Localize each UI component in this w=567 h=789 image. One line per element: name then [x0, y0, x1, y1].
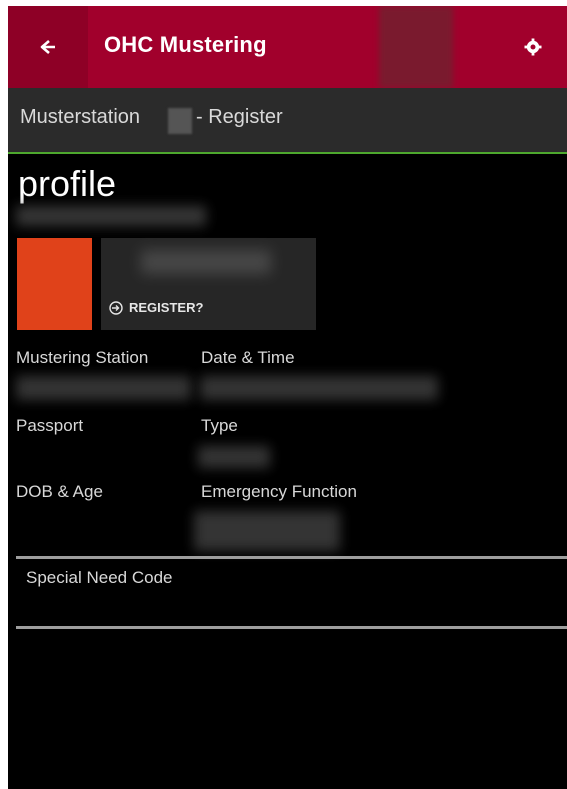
back-arrow-icon: [40, 40, 55, 54]
gear-icon[interactable]: [523, 37, 543, 57]
app-header: OHC Mustering: [8, 6, 567, 88]
redacted-station-value: [16, 376, 191, 400]
register-button[interactable]: REGISTER?: [109, 300, 203, 315]
page-subheader: Musterstation - Register: [8, 88, 567, 154]
section-divider: [16, 556, 567, 559]
redacted-card-text: [141, 250, 271, 274]
musterstation-label: Musterstation: [20, 106, 141, 128]
special-need-code-label: Special Need Code: [26, 568, 173, 587]
avatar: [17, 238, 92, 330]
type-label: Type: [201, 416, 238, 435]
emergency-function-label: Emergency Function: [201, 482, 357, 501]
profile-card: REGISTER?: [101, 238, 316, 330]
date-time-label: Date & Time: [201, 348, 295, 367]
app-title: OHC Mustering: [104, 32, 267, 57]
redacted-station-id: [168, 108, 192, 134]
register-title: - Register: [196, 106, 283, 128]
redacted-date-value: [200, 376, 438, 400]
passport-label: Passport: [16, 416, 84, 435]
register-label: REGISTER?: [129, 300, 204, 315]
redacted-area: [379, 6, 453, 88]
login-icon: [109, 300, 123, 315]
mustering-station-label: Mustering Station: [16, 348, 149, 367]
redacted-type-value: [198, 446, 270, 468]
redacted-name: [16, 206, 206, 226]
section-divider-bottom: [16, 626, 567, 629]
redacted-emergency-value: [194, 511, 340, 551]
dob-age-label: DOB & Age: [16, 482, 103, 501]
back-button[interactable]: [8, 6, 88, 88]
page-title: profile: [18, 163, 117, 204]
app-frame: OHC Mustering Musterstation - Register p…: [8, 6, 567, 789]
